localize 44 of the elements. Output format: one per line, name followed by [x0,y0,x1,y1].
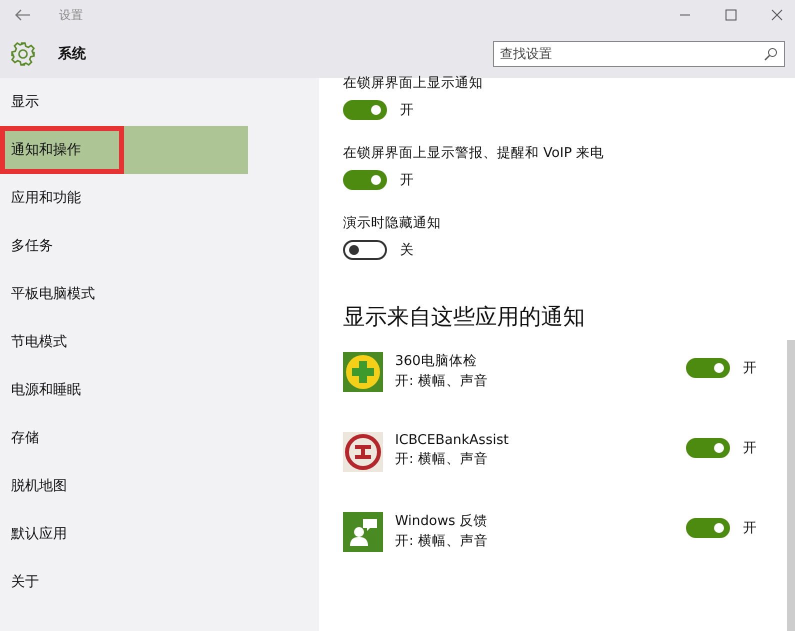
app-icon [343,512,383,552]
sidebar-item[interactable]: 显示 [0,78,319,126]
toggle-state-label: 关 [400,241,414,259]
app-name: Windows 反馈 [395,512,488,530]
sidebar-item[interactable]: 节电模式 [0,318,319,366]
toggle-switch[interactable] [686,438,730,458]
app-icon [343,432,383,472]
toggle-state-label: 开 [743,359,757,377]
setting-label: 在锁屏界面上显示通知 [343,74,484,92]
sidebar-item[interactable]: 多任务 [0,222,319,270]
sidebar-item[interactable]: 默认应用 [0,510,319,558]
toggle-switch[interactable] [686,518,730,538]
search-icon[interactable] [764,47,778,61]
app-notification-detail: 开: 横幅、声音 [395,450,489,468]
toggle-state-label: 开 [743,439,757,457]
app-name: 360电脑体检 [395,352,478,370]
sidebar-item[interactable]: 通知和操作 [0,126,124,174]
sidebar-item[interactable]: 关于 [0,558,319,606]
search-field[interactable]: 查找设置 [493,41,785,67]
app-name: ICBCEBankAssist [395,432,509,448]
maximize-icon[interactable] [725,9,737,21]
sidebar-item[interactable]: 电源和睡眠 [0,366,319,414]
sidebar-item[interactable]: 脱机地图 [0,462,319,510]
toggle-switch[interactable] [343,170,387,190]
toggle-switch[interactable] [686,358,730,378]
toggle-switch[interactable] [343,100,387,120]
toggle-state-label: 开 [400,101,414,119]
page-title: 系统 [58,45,86,63]
sidebar-item[interactable]: 应用和功能 [0,174,319,222]
section-title: 显示来自这些应用的通知 [343,304,586,332]
sidebar-item[interactable]: 平板电脑模式 [0,270,319,318]
close-icon[interactable] [771,9,783,21]
app-icon [343,352,383,392]
app-notification-detail: 开: 横幅、声音 [395,372,488,390]
gear-icon [10,41,36,67]
back-arrow-icon[interactable] [15,9,31,21]
window-title: 设置 [59,6,83,24]
app-notification-detail: 开: 横幅、声音 [395,532,488,550]
toggle-state-label: 开 [400,171,414,189]
setting-label: 演示时隐藏通知 [343,214,442,232]
toggle-switch[interactable] [343,240,387,260]
toggle-state-label: 开 [743,519,757,537]
sidebar-item[interactable]: 存储 [0,414,319,462]
setting-label: 在锁屏界面上显示警报、提醒和 VoIP 来电 [343,144,606,162]
